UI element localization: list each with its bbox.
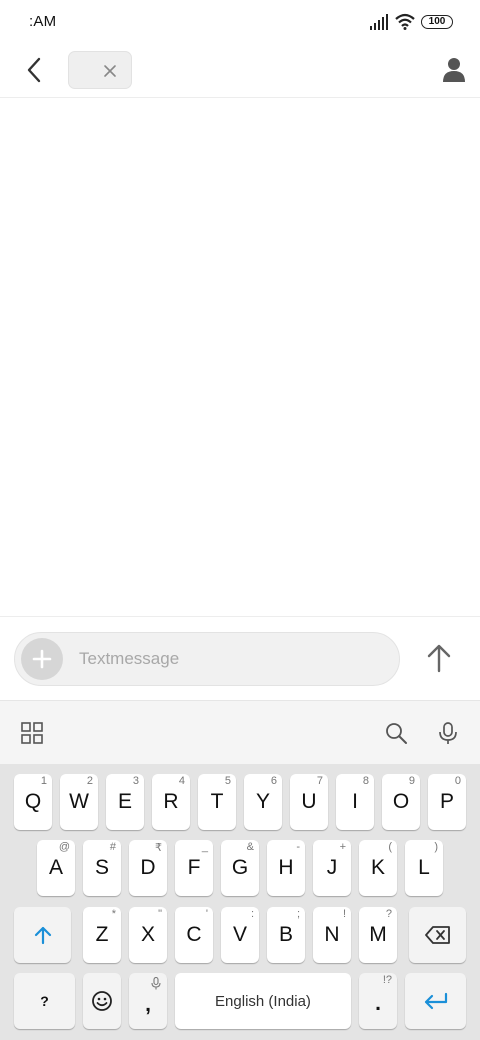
composer [0,616,480,700]
conversation-area [0,98,480,616]
key-y[interactable]: Y6 [244,774,282,830]
status-bar: :AM 100 [0,0,480,44]
key-h[interactable]: H- [267,840,305,896]
comma-key[interactable]: , [129,973,167,1029]
key-f[interactable]: F _ [175,840,213,896]
key-z[interactable]: Z * [83,907,121,963]
backspace-icon [424,926,450,944]
symbols-key[interactable]: ? [14,973,75,1029]
microphone-small-icon [151,977,161,990]
message-box [14,632,400,686]
key-u[interactable]: U7 [290,774,328,830]
key-b[interactable]: B; [267,907,305,963]
key-k[interactable]: K( [359,840,397,896]
status-time: :AM [29,13,57,30]
shift-arrow-icon [34,926,51,945]
shift-key[interactable] [14,907,71,963]
app-header [0,44,480,98]
search-icon[interactable] [384,721,408,745]
message-input[interactable] [79,643,379,675]
key-i[interactable]: I8 [336,774,374,830]
send-arrow-icon[interactable] [422,641,456,675]
key-n[interactable]: N! [313,907,351,963]
key-m[interactable]: M? [359,907,397,963]
key-d[interactable]: D ₹ [129,840,167,896]
recipient-chip[interactable] [68,51,132,89]
signal-icon [370,14,388,30]
attach-button[interactable] [21,638,63,680]
person-icon[interactable] [438,54,470,86]
keyboard: Q1 W2 E3 R4 T5 Y6 U7 I8 O9 P0 A @ S # D ₹ F… [0,764,480,1040]
space-bar[interactable]: English (India) [175,973,351,1029]
key-x[interactable]: X " [129,907,167,963]
battery-icon: 100 [421,15,453,29]
key-c[interactable]: C ' [175,907,213,963]
key-o[interactable]: O9 [382,774,420,830]
microphone-icon[interactable] [436,721,460,745]
wifi-icon [395,13,415,30]
backspace-key[interactable] [409,907,466,963]
key-e[interactable]: E3 [106,774,144,830]
keyboard-toolbar [0,700,480,764]
key-g[interactable]: G & [221,840,259,896]
enter-icon [424,992,447,1010]
key-w[interactable]: W2 [60,774,98,830]
key-r[interactable]: R4 [152,774,190,830]
close-icon[interactable] [103,64,117,78]
enter-key[interactable] [405,973,466,1029]
plus-icon [32,649,52,669]
back-arrow-icon[interactable] [18,54,50,86]
key-v[interactable]: V: [221,907,259,963]
grid-icon[interactable] [20,721,44,745]
emoji-key[interactable] [83,973,121,1029]
key-p[interactable]: P0 [428,774,466,830]
emoji-icon [92,991,112,1011]
period-key[interactable]: . !? [359,973,397,1029]
key-t[interactable]: T5 [198,774,236,830]
key-l[interactable]: L) [405,840,443,896]
key-j[interactable]: J + [313,840,351,896]
key-q[interactable]: Q1 [14,774,52,830]
key-s[interactable]: S # [83,840,121,896]
key-a[interactable]: A @ [37,840,75,896]
